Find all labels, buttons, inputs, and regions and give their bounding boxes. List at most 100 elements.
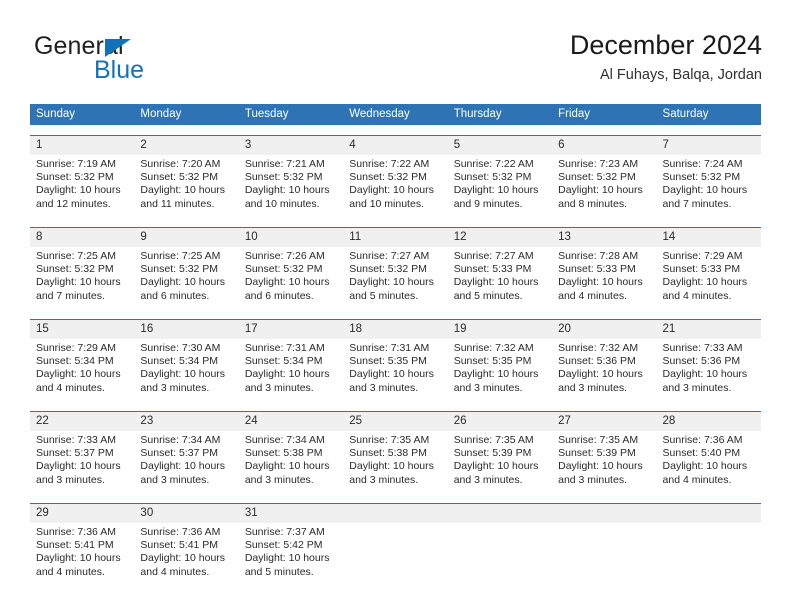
- day-cell[interactable]: Sunrise: 7:28 AM Sunset: 5:33 PM Dayligh…: [552, 247, 656, 309]
- day-number[interactable]: 15: [30, 320, 134, 339]
- day-number-empty: [657, 504, 761, 523]
- day-number[interactable]: 26: [448, 412, 552, 431]
- day-number[interactable]: 12: [448, 228, 552, 247]
- day-number[interactable]: 19: [448, 320, 552, 339]
- day-cell[interactable]: Sunrise: 7:36 AM Sunset: 5:41 PM Dayligh…: [30, 523, 134, 585]
- day-cell[interactable]: Sunrise: 7:36 AM Sunset: 5:41 PM Dayligh…: [134, 523, 238, 585]
- day-cell[interactable]: Sunrise: 7:21 AM Sunset: 5:32 PM Dayligh…: [239, 155, 343, 217]
- day-cell[interactable]: Sunrise: 7:33 AM Sunset: 5:36 PM Dayligh…: [657, 339, 761, 401]
- day-cell[interactable]: Sunrise: 7:32 AM Sunset: 5:35 PM Dayligh…: [448, 339, 552, 401]
- day-cell[interactable]: Sunrise: 7:22 AM Sunset: 5:32 PM Dayligh…: [448, 155, 552, 217]
- daylight-text-line2: and 4 minutes.: [662, 289, 732, 302]
- sunset-text: Sunset: 5:32 PM: [244, 263, 323, 276]
- day-number[interactable]: 20: [552, 320, 656, 339]
- day-cell[interactable]: Sunrise: 7:33 AM Sunset: 5:37 PM Dayligh…: [30, 431, 134, 493]
- daylight-text-line2: and 3 minutes.: [140, 473, 210, 486]
- daylight-text-line2: and 3 minutes.: [349, 473, 419, 486]
- day-cell[interactable]: Sunrise: 7:36 AM Sunset: 5:40 PM Dayligh…: [657, 431, 761, 493]
- day-number[interactable]: 4: [343, 136, 447, 155]
- sunset-text: Sunset: 5:32 PM: [36, 171, 114, 184]
- day-number[interactable]: 28: [657, 412, 761, 431]
- day-cell[interactable]: Sunrise: 7:19 AM Sunset: 5:32 PM Dayligh…: [30, 155, 134, 217]
- sunrise-text: Sunrise: 7:30 AM: [140, 342, 221, 354]
- day-cell[interactable]: Sunrise: 7:30 AM Sunset: 5:34 PM Dayligh…: [134, 339, 238, 401]
- day-cell[interactable]: Sunrise: 7:27 AM Sunset: 5:33 PM Dayligh…: [448, 247, 552, 309]
- calendar-week-row: 8 9 10 11 12 13 14 Sunrise: 7:25 AM Suns…: [30, 227, 761, 309]
- day-number[interactable]: 21: [657, 320, 761, 339]
- day-number[interactable]: 30: [134, 504, 238, 523]
- daylight-text-line1: Daylight: 10 hours: [244, 460, 330, 473]
- sunrise-text: Sunrise: 7:23 AM: [558, 158, 639, 170]
- calendar-week-row: 1 2 3 4 5 6 7 Sunrise: 7:19 AM Sunset: 5…: [30, 135, 761, 217]
- day-cell[interactable]: Sunrise: 7:35 AM Sunset: 5:39 PM Dayligh…: [448, 431, 552, 493]
- day-number[interactable]: 23: [134, 412, 238, 431]
- calendar-grid: Sunday Monday Tuesday Wednesday Thursday…: [30, 104, 761, 585]
- location-subtitle: Al Fuhays, Balqa, Jordan: [599, 67, 762, 83]
- daylight-text-line1: Daylight: 10 hours: [140, 460, 226, 473]
- day-cell[interactable]: Sunrise: 7:34 AM Sunset: 5:37 PM Dayligh…: [134, 431, 238, 493]
- daylight-text-line2: and 3 minutes.: [244, 473, 314, 486]
- sunrise-text: Sunrise: 7:31 AM: [244, 342, 325, 354]
- day-number[interactable]: 10: [239, 228, 343, 247]
- day-cell[interactable]: Sunrise: 7:27 AM Sunset: 5:32 PM Dayligh…: [343, 247, 447, 309]
- daylight-text-line1: Daylight: 10 hours: [36, 460, 121, 473]
- day-cell-empty: [657, 523, 761, 585]
- day-number[interactable]: 1: [30, 136, 134, 155]
- day-number[interactable]: 9: [134, 228, 238, 247]
- day-cell[interactable]: Sunrise: 7:20 AM Sunset: 5:32 PM Dayligh…: [134, 155, 238, 217]
- sunset-text: Sunset: 5:34 PM: [36, 355, 114, 368]
- day-number[interactable]: 27: [552, 412, 656, 431]
- day-number[interactable]: 22: [30, 412, 134, 431]
- day-number[interactable]: 14: [657, 228, 761, 247]
- sunset-text: Sunset: 5:39 PM: [453, 447, 532, 460]
- day-cell[interactable]: Sunrise: 7:31 AM Sunset: 5:35 PM Dayligh…: [343, 339, 447, 401]
- day-number[interactable]: 8: [30, 228, 134, 247]
- daylight-text-line2: and 11 minutes.: [140, 197, 215, 210]
- day-cell[interactable]: Sunrise: 7:32 AM Sunset: 5:36 PM Dayligh…: [552, 339, 656, 401]
- day-cell[interactable]: Sunrise: 7:25 AM Sunset: 5:32 PM Dayligh…: [134, 247, 238, 309]
- day-number[interactable]: 18: [343, 320, 447, 339]
- day-number[interactable]: 2: [134, 136, 238, 155]
- day-number[interactable]: 13: [552, 228, 656, 247]
- day-number[interactable]: 31: [239, 504, 343, 523]
- day-cell[interactable]: Sunrise: 7:22 AM Sunset: 5:32 PM Dayligh…: [343, 155, 447, 217]
- daylight-text-line1: Daylight: 10 hours: [453, 368, 539, 381]
- daylight-text-line2: and 5 minutes.: [349, 289, 419, 302]
- day-number[interactable]: 11: [343, 228, 447, 247]
- day-cell[interactable]: Sunrise: 7:29 AM Sunset: 5:34 PM Dayligh…: [30, 339, 134, 401]
- daylight-text-line1: Daylight: 10 hours: [36, 368, 121, 381]
- daylight-text-line2: and 3 minutes.: [244, 381, 314, 394]
- daylight-text-line2: and 6 minutes.: [244, 289, 314, 302]
- day-cell[interactable]: Sunrise: 7:34 AM Sunset: 5:38 PM Dayligh…: [239, 431, 343, 493]
- day-cell[interactable]: Sunrise: 7:31 AM Sunset: 5:34 PM Dayligh…: [239, 339, 343, 401]
- general-blue-logo[interactable]: General Blue: [34, 32, 254, 88]
- daylight-text-line2: and 9 minutes.: [453, 197, 523, 210]
- week-daynumber-band: 8 9 10 11 12 13 14: [30, 228, 761, 247]
- day-number[interactable]: 29: [30, 504, 134, 523]
- sunrise-text: Sunrise: 7:33 AM: [662, 342, 743, 354]
- day-cell[interactable]: Sunrise: 7:29 AM Sunset: 5:33 PM Dayligh…: [657, 247, 761, 309]
- day-cell[interactable]: Sunrise: 7:37 AM Sunset: 5:42 PM Dayligh…: [239, 523, 343, 585]
- day-cell[interactable]: Sunrise: 7:23 AM Sunset: 5:32 PM Dayligh…: [552, 155, 656, 217]
- day-number[interactable]: 17: [239, 320, 343, 339]
- calendar-page: General Blue December 2024 Al Fuhays, Ba…: [0, 0, 792, 612]
- day-number[interactable]: 24: [239, 412, 343, 431]
- day-cell[interactable]: Sunrise: 7:26 AM Sunset: 5:32 PM Dayligh…: [239, 247, 343, 309]
- day-cell[interactable]: Sunrise: 7:35 AM Sunset: 5:38 PM Dayligh…: [343, 431, 447, 493]
- day-number-empty: [552, 504, 656, 523]
- day-cell[interactable]: Sunrise: 7:35 AM Sunset: 5:39 PM Dayligh…: [552, 431, 656, 493]
- day-cell[interactable]: Sunrise: 7:25 AM Sunset: 5:32 PM Dayligh…: [30, 247, 134, 309]
- day-number[interactable]: 7: [657, 136, 761, 155]
- day-number-empty: [448, 504, 552, 523]
- day-number[interactable]: 3: [239, 136, 343, 155]
- sunset-text: Sunset: 5:36 PM: [662, 355, 741, 368]
- day-number[interactable]: 16: [134, 320, 238, 339]
- day-number[interactable]: 25: [343, 412, 447, 431]
- sunset-text: Sunset: 5:42 PM: [244, 539, 323, 552]
- day-number[interactable]: 6: [552, 136, 656, 155]
- daylight-text-line2: and 10 minutes.: [349, 197, 424, 210]
- day-cell[interactable]: Sunrise: 7:24 AM Sunset: 5:32 PM Dayligh…: [657, 155, 761, 217]
- sunrise-text: Sunrise: 7:33 AM: [36, 434, 116, 446]
- sunrise-text: Sunrise: 7:35 AM: [453, 434, 534, 446]
- day-number[interactable]: 5: [448, 136, 552, 155]
